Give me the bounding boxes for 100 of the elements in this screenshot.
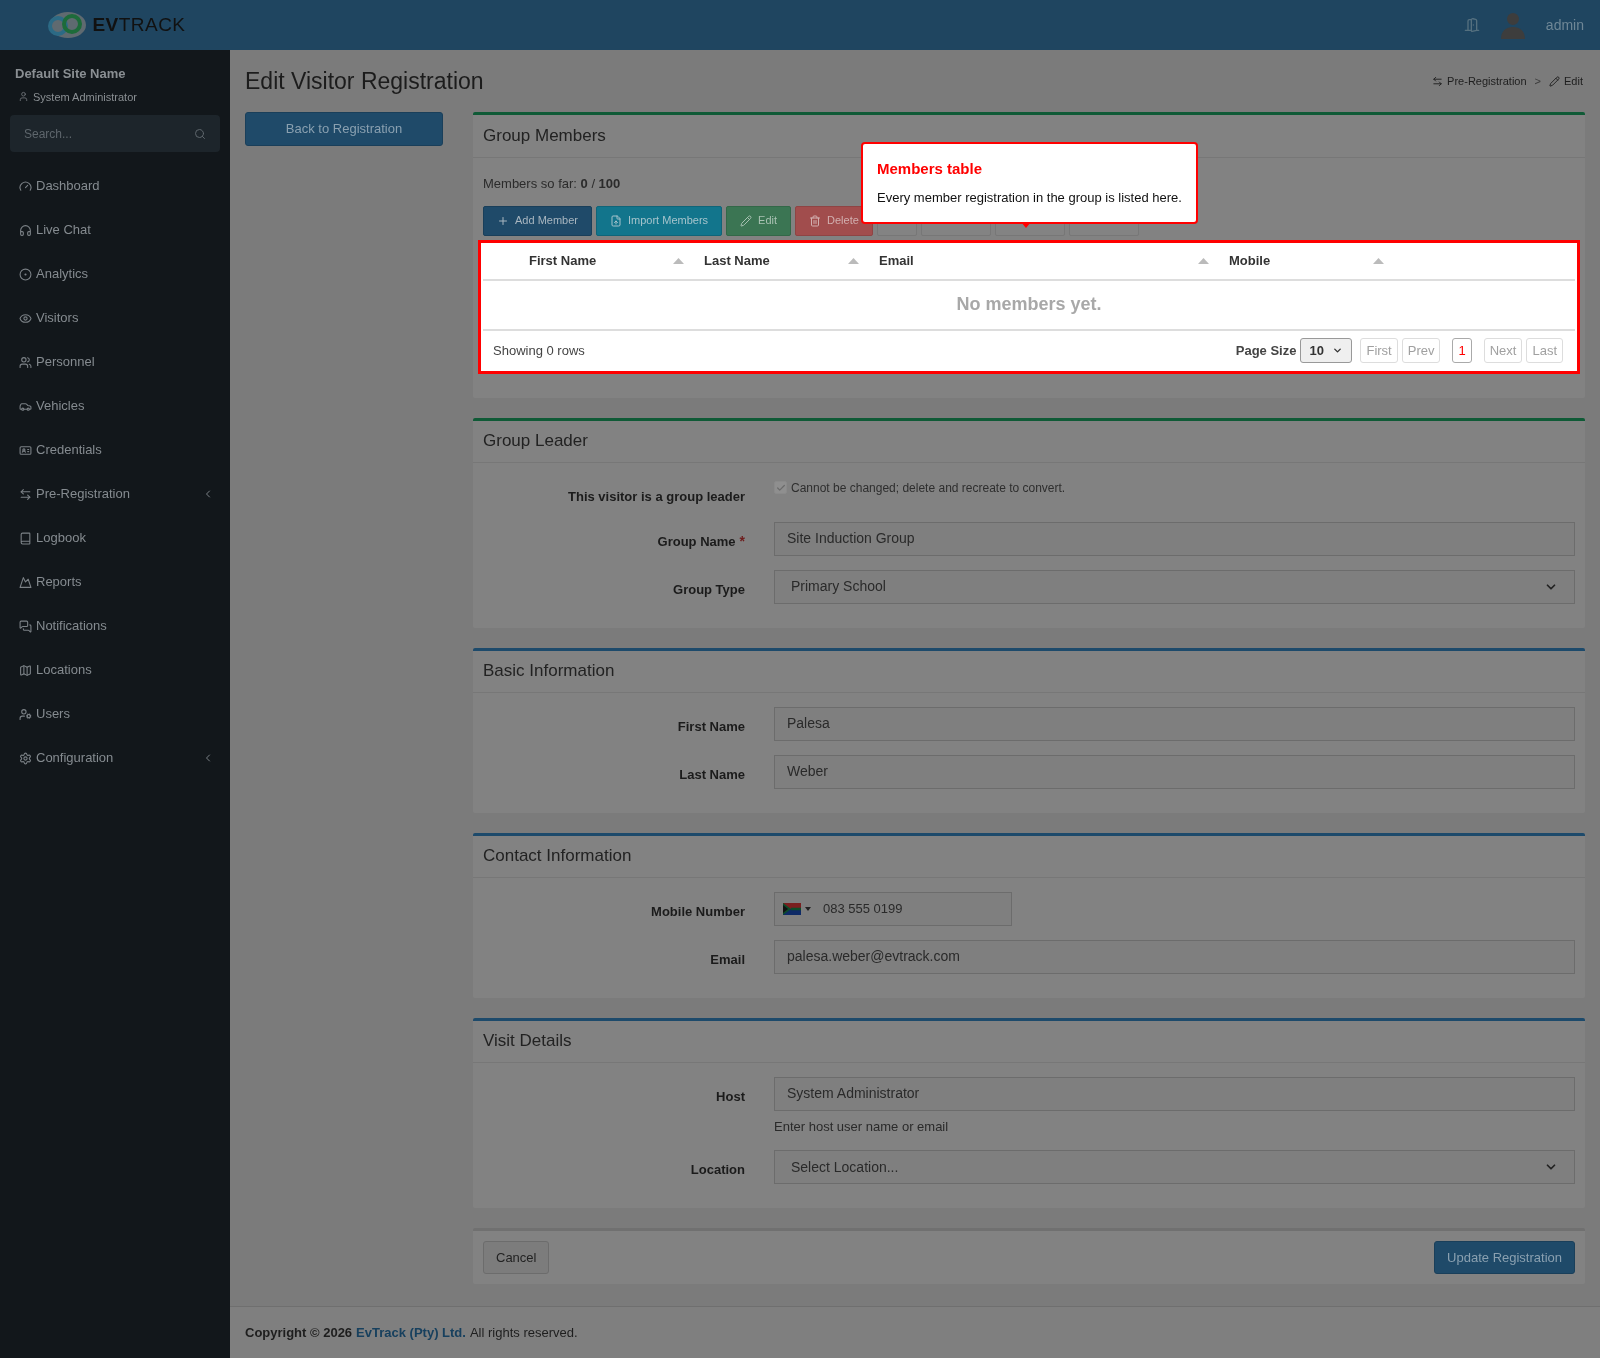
username[interactable]: admin: [1545, 14, 1584, 36]
user-gear-icon: [19, 707, 32, 721]
site-name: Default Site Name: [15, 65, 127, 83]
sidebar-item[interactable]: Analytics: [0, 252, 230, 296]
eye-icon: [19, 311, 32, 325]
checkbox-note: Cannot be changed; delete and recreate to convert.: [791, 479, 1066, 497]
arrows-icon: [1432, 75, 1444, 87]
empty-message: No members yet.: [956, 293, 1102, 316]
field-label: Location: [690, 1162, 745, 1177]
id-card-icon: [19, 443, 32, 457]
sidebar-item[interactable]: Users: [0, 692, 230, 736]
help-text: Enter host user name or email: [774, 1117, 950, 1136]
field-label: This visitor is a group leader: [568, 488, 745, 504]
sidebar-item[interactable]: Dashboard: [0, 164, 230, 208]
sort-icon: [1373, 257, 1384, 264]
popover-text: Every member registration in the group is listed here.: [877, 189, 1182, 207]
card-title: Group Members: [483, 124, 606, 147]
avatar-icon[interactable]: [1499, 11, 1526, 39]
card-title: Visit Details: [483, 1030, 572, 1053]
sidebar-item[interactable]: Live Chat: [0, 208, 230, 252]
sidebar-item[interactable]: Credentials: [0, 428, 230, 472]
sidebar-item[interactable]: Visitors: [0, 296, 230, 340]
sort-icon: [1198, 257, 1209, 264]
text-field[interactable]: System Administrator: [774, 1076, 1575, 1111]
text-field[interactable]: palesa.weber@evtrack.com: [774, 939, 1575, 974]
select-field[interactable]: Primary School: [774, 569, 1575, 604]
sort-icon: [673, 257, 684, 264]
sidebar-item[interactable]: Vehicles: [0, 384, 230, 428]
field-label: Group Name: [657, 533, 736, 549]
toolbar-button[interactable]: Delete: [795, 205, 873, 236]
chart-icon: [19, 575, 32, 589]
column-header[interactable]: Last Name: [704, 250, 879, 271]
text-field[interactable]: Site Induction Group: [774, 521, 1575, 556]
sidebar-item[interactable]: Reports: [0, 560, 230, 604]
field-label: Host: [716, 1088, 745, 1104]
text-field[interactable]: Weber: [774, 754, 1575, 789]
toolbar-button[interactable]: Import Members: [596, 205, 723, 236]
gauge-icon: [19, 179, 32, 193]
breadcrumb-link[interactable]: Pre-Registration: [1432, 73, 1527, 90]
messages-icon: [19, 619, 32, 633]
sidebar-item[interactable]: Pre-Registration: [0, 472, 230, 516]
caret-icon: [805, 906, 811, 911]
popover-title: Members table: [877, 158, 984, 179]
headset-icon: [19, 223, 32, 237]
rights-text: All rights reserved.: [469, 1323, 578, 1342]
file-upload-icon: [610, 214, 622, 227]
sidebar-item[interactable]: Locations: [0, 648, 230, 692]
pencil-icon: [1549, 75, 1561, 87]
sidebar-item[interactable]: Configuration: [0, 736, 230, 780]
card-title: Basic Information: [483, 660, 615, 683]
toolbar-button[interactable]: Add Member: [483, 205, 592, 236]
target-icon: [19, 267, 32, 281]
field-label: Email: [710, 951, 745, 967]
book-icon: [19, 531, 32, 545]
people-icon: [19, 355, 32, 369]
chevron-down-icon: [1332, 345, 1344, 356]
breadcrumb-link[interactable]: Edit: [1549, 73, 1583, 90]
member-count: Members so far: 0 / 100: [483, 175, 621, 191]
column-header[interactable]: Mobile: [1229, 250, 1404, 271]
map-icon: [19, 663, 32, 677]
sort-icon: [848, 257, 859, 264]
breadcrumb-separator: >: [1534, 74, 1542, 89]
search-field[interactable]: Search...: [10, 115, 220, 152]
pencil-icon: [740, 214, 753, 227]
door-icon[interactable]: [1463, 17, 1480, 33]
sidebar-item[interactable]: Logbook: [0, 516, 230, 560]
field-label: Group Type: [673, 581, 745, 597]
pager-button[interactable]: 1: [1452, 338, 1472, 363]
user-role: System Administrator: [33, 89, 137, 105]
select-field[interactable]: Select Location...: [774, 1150, 1575, 1184]
phone-field[interactable]: 083 555 0199: [774, 891, 1012, 926]
update-button[interactable]: Update Registration: [1434, 1241, 1575, 1274]
trash-icon: [809, 214, 822, 227]
copyright-text: Copyright © 2026: [245, 1323, 353, 1342]
flag-icon: [783, 902, 801, 915]
check-icon: [775, 482, 786, 493]
logo-text: EVTRACK: [92, 12, 186, 37]
back-button[interactable]: Back to Registration: [245, 111, 443, 146]
text-field[interactable]: Palesa: [774, 706, 1575, 741]
field-label: Mobile Number: [651, 903, 745, 919]
sidebar-item[interactable]: Personnel: [0, 340, 230, 384]
page-size-select[interactable]: 10: [1300, 338, 1353, 363]
card-title: Group Leader: [483, 430, 588, 453]
page-size-label: Page Size: [1235, 341, 1297, 360]
row-count: Showing 0 rows: [493, 341, 585, 360]
cancel-button[interactable]: Cancel: [483, 1241, 550, 1274]
page-title: Edit Visitor Registration: [245, 67, 484, 96]
field-label: Last Name: [679, 766, 745, 782]
search-icon: [194, 127, 206, 140]
card-title: Contact Information: [483, 845, 632, 868]
company-link[interactable]: EvTrack (Pty) Ltd.: [356, 1322, 466, 1343]
plus-icon: [497, 214, 509, 227]
user-icon: [18, 91, 29, 103]
column-header[interactable]: First Name: [529, 250, 704, 271]
column-header[interactable]: Email: [879, 250, 1229, 271]
toolbar-button[interactable]: Edit: [726, 205, 792, 236]
settings-icon: [19, 751, 32, 765]
required-mark: *: [739, 532, 745, 549]
sidebar-item[interactable]: Notifications: [0, 604, 230, 648]
arrows-icon: [19, 487, 32, 501]
